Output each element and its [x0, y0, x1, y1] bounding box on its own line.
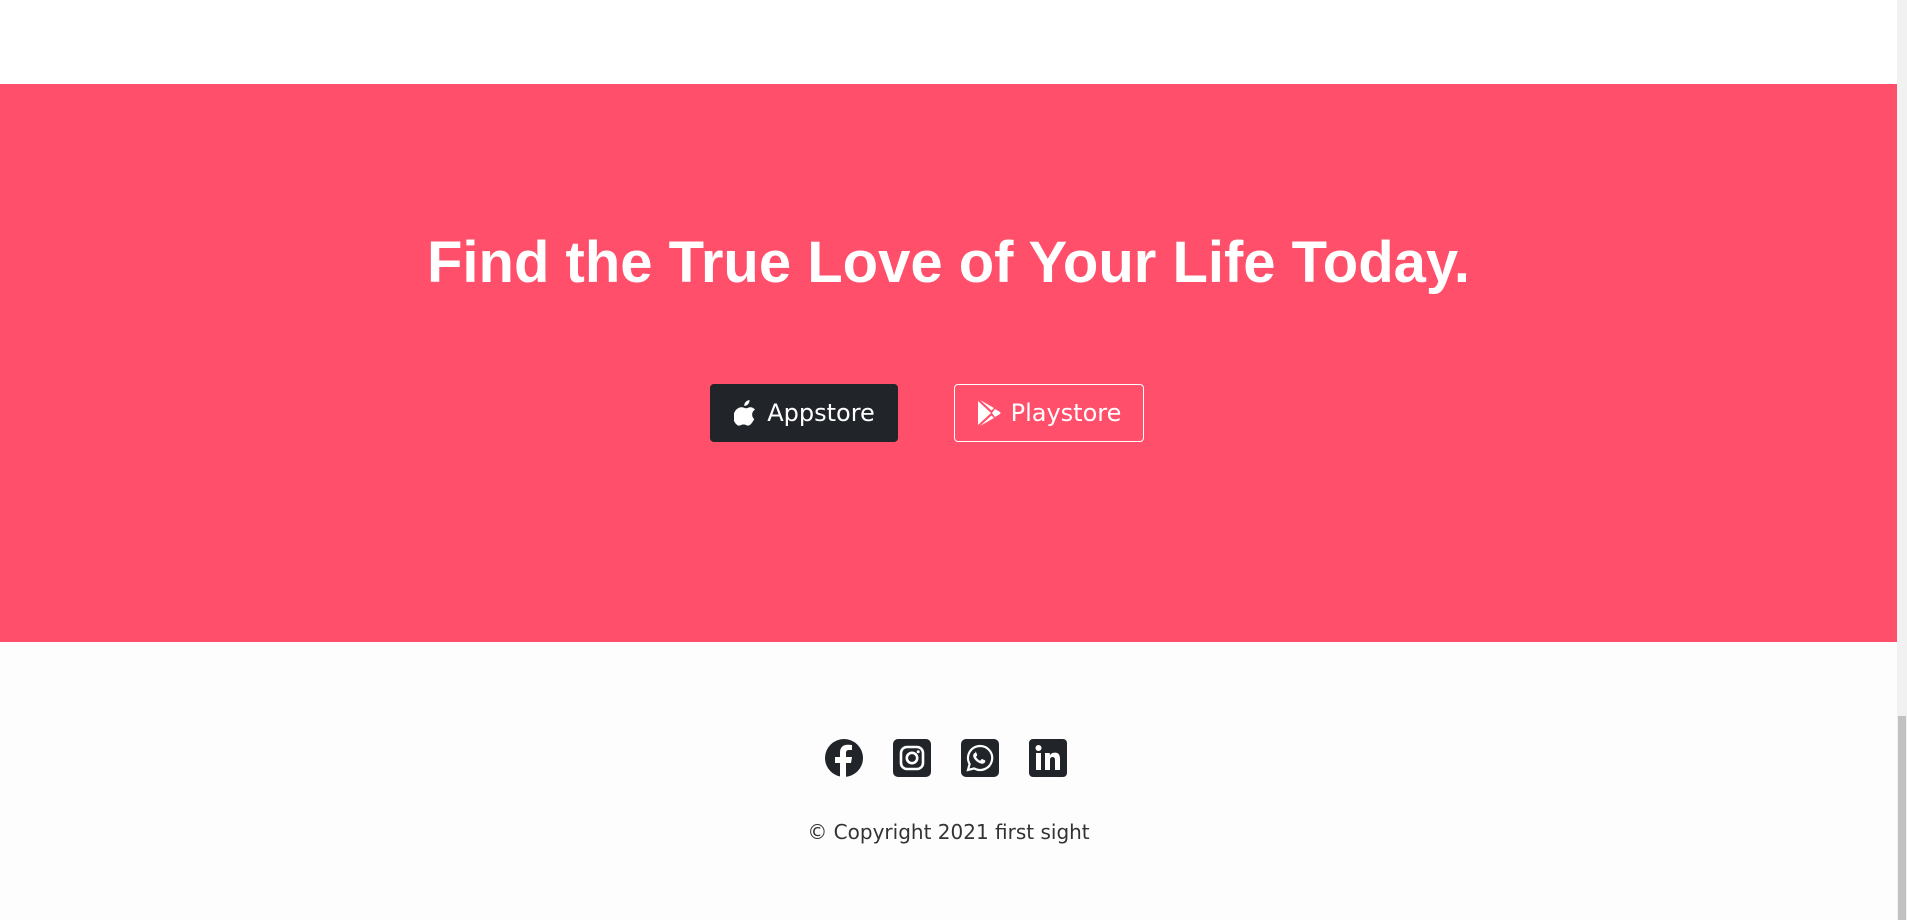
play-store-icon [977, 400, 1001, 426]
cta-section: Find the True Love of Your Life Today. A… [0, 84, 1897, 642]
social-links [824, 738, 1068, 778]
footer: © Copyright 2021 first sight [0, 642, 1897, 920]
playstore-label: Playstore [1010, 399, 1122, 427]
apple-icon [733, 400, 757, 426]
vertical-scrollbar[interactable] [1897, 0, 1907, 920]
facebook-icon[interactable] [824, 738, 864, 778]
appstore-label: Appstore [767, 399, 875, 427]
appstore-button[interactable]: Appstore [710, 384, 898, 442]
playstore-button[interactable]: Playstore [954, 384, 1144, 442]
top-section [0, 0, 1897, 84]
page-content: Find the True Love of Your Life Today. A… [0, 0, 1897, 920]
instagram-icon[interactable] [892, 738, 932, 778]
whatsapp-icon[interactable] [960, 738, 1000, 778]
scrollbar-thumb[interactable] [1898, 716, 1906, 920]
copyright-text: © Copyright 2021 first sight [807, 820, 1090, 844]
linkedin-icon[interactable] [1028, 738, 1068, 778]
cta-title: Find the True Love of Your Life Today. [427, 230, 1470, 295]
page: Find the True Love of Your Life Today. A… [0, 0, 1907, 920]
